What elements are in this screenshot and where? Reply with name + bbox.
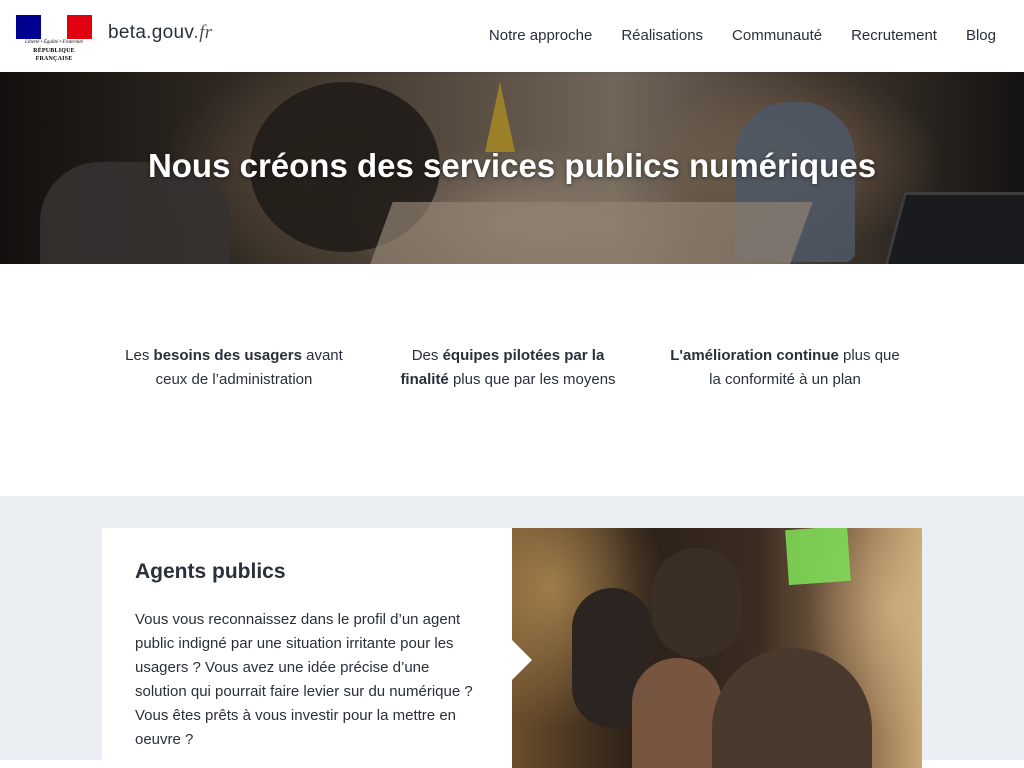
value-text: plus que par les moyens	[448, 371, 616, 388]
photo-green-sign	[785, 528, 851, 586]
photo-person	[712, 648, 872, 768]
agents-publics-photo	[512, 528, 922, 768]
photo-person	[632, 658, 722, 768]
value-besoins-usagers: Les besoins des usagers avant ceux de l’…	[114, 344, 354, 392]
republique-francaise-logo[interactable]: Liberté • Égalité • Fraternité RÉPUBLIQU…	[16, 15, 92, 62]
agents-publics-text: Vous vous reconnaissez dans le profil d’…	[135, 611, 473, 748]
agents-publics-section: Agents publics Vous vous reconnaissez da…	[0, 496, 1024, 768]
value-highlight: L'amélioration continue	[670, 347, 839, 364]
agents-publics-title: Agents publics	[135, 560, 286, 583]
card-pointer	[512, 640, 532, 680]
nav-recrutement[interactable]: Recrutement	[851, 26, 937, 46]
values-section: Les besoins des usagers avant ceux de l’…	[0, 264, 1024, 496]
value-equipes-pilotees: Des équipes pilotées par la finalité plu…	[388, 344, 628, 392]
nav-blog[interactable]: Blog	[966, 26, 996, 46]
photo-person	[652, 548, 742, 658]
nav-notre-approche[interactable]: Notre approche	[489, 26, 592, 46]
hero-banner: Nous créons des services publics numériq…	[0, 72, 1024, 264]
logo-republique: RÉPUBLIQUE FRANÇAISE	[33, 48, 75, 62]
nav-realisations[interactable]: Réalisations	[621, 26, 703, 46]
main-nav: Notre approche Réalisations Communauté R…	[489, 26, 996, 46]
french-flag-icon	[16, 15, 92, 39]
nav-communaute[interactable]: Communauté	[732, 26, 822, 46]
brand-suffix: .fr	[194, 22, 213, 43]
value-text: Des	[411, 347, 443, 364]
hero-title: Nous créons des services publics numériq…	[147, 147, 877, 184]
logo-motto: Liberté • Égalité • Fraternité	[25, 40, 83, 45]
agents-publics-card: Agents publics Vous vous reconnaissez da…	[102, 528, 512, 768]
brand-name: beta.gouv	[108, 22, 195, 43]
site-header: Liberté • Égalité • Fraternité RÉPUBLIQU…	[0, 0, 1024, 72]
value-text: Les	[125, 347, 154, 364]
value-amelioration-continue: L'amélioration continue plus que la conf…	[665, 344, 905, 392]
value-highlight: besoins des usagers	[153, 347, 302, 364]
site-brand[interactable]: beta.gouv.fr	[108, 22, 213, 44]
